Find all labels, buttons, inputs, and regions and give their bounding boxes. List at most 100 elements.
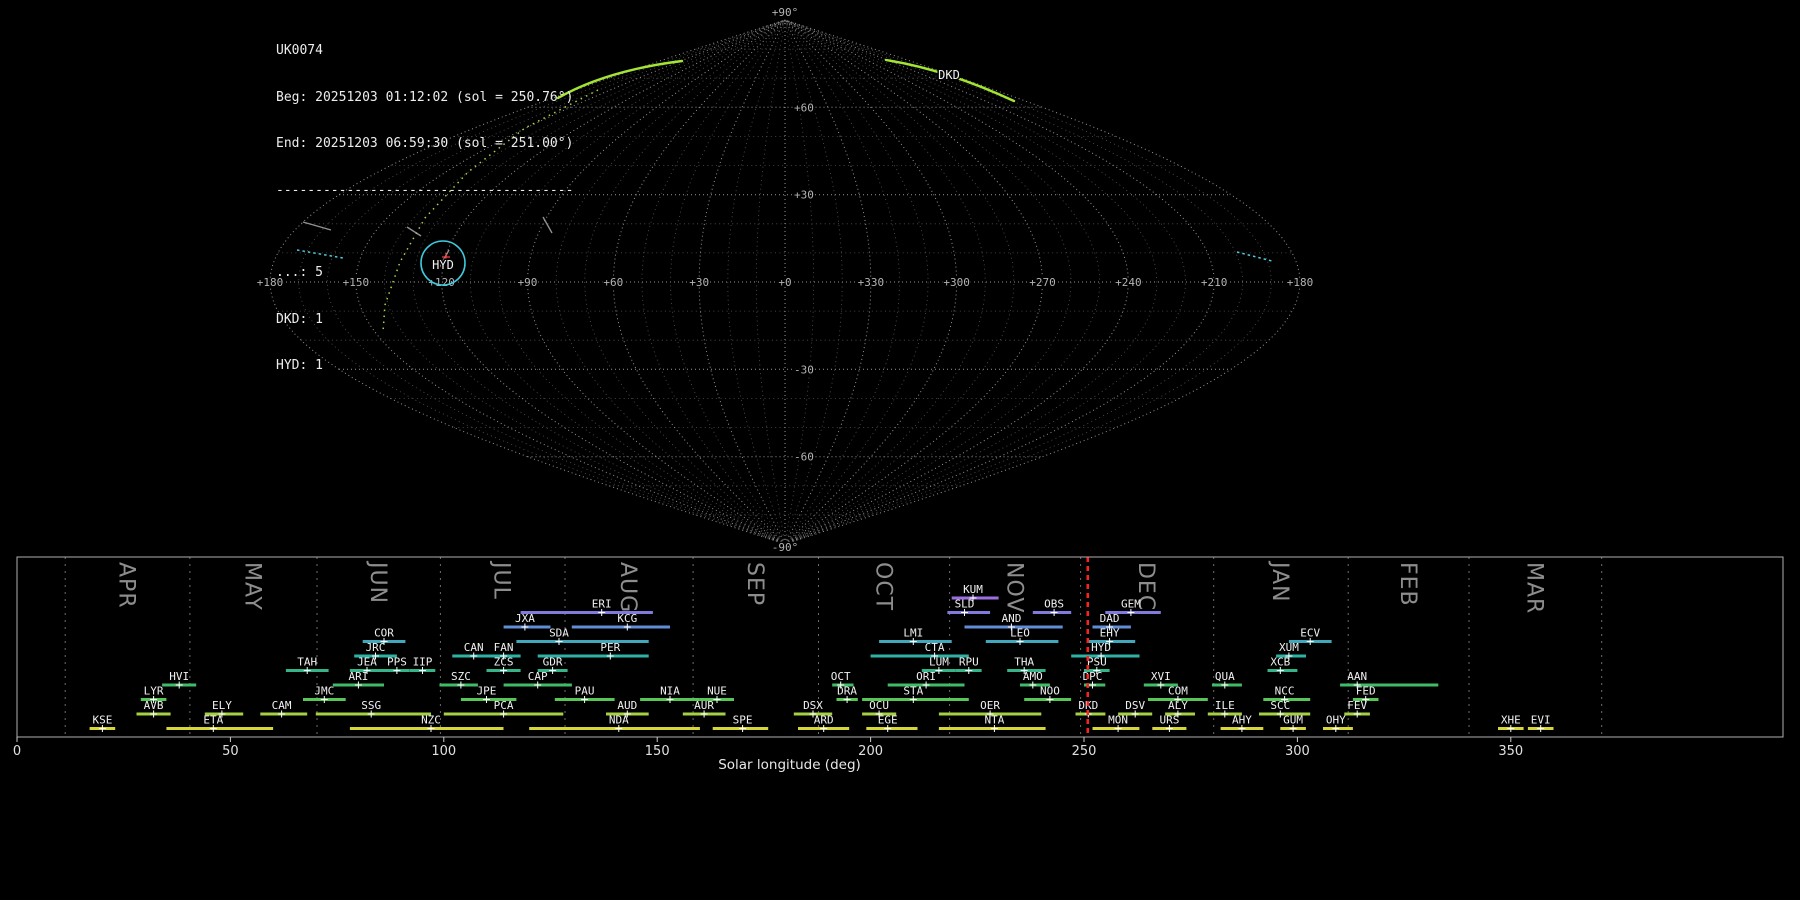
x-tick-label: 300: [1285, 744, 1310, 759]
shower-jmc: JMC: [303, 685, 346, 703]
shower-kse: KSE: [89, 714, 116, 732]
month-label-nov: NOV: [1001, 562, 1026, 613]
shower-ssg: SSG: [315, 699, 431, 718]
shower-code-label: FAN: [494, 641, 514, 654]
shower-code-label: IIP: [413, 656, 433, 669]
pole-label-south: -90°: [772, 541, 799, 554]
shower-qua: QUA: [1212, 670, 1242, 689]
x-axis: 0 50 100 150 200 250 300 350 Solar longitude (de…: [13, 737, 1523, 773]
shower-code-label: DPC: [1083, 670, 1103, 683]
shower-dkd: DKD: [1075, 699, 1106, 718]
shower-aur: AUR: [682, 699, 726, 718]
shower-code-label: CTA: [925, 641, 945, 654]
shower-code-label: SZC: [451, 670, 471, 683]
shower-code-label: JEA: [357, 656, 377, 669]
shower-code-label: ERI: [592, 598, 612, 611]
shower-pca: PCA: [443, 699, 564, 718]
activity-bar: [166, 727, 274, 730]
shower-code-label: GDR: [543, 656, 563, 669]
shower-code-label: NZC: [421, 714, 441, 727]
month-label-apr: APR: [114, 562, 139, 609]
shower-rpu: RPU: [956, 656, 982, 674]
shower-code-label: PAU: [575, 685, 595, 698]
shower-code-label: XCB: [1270, 656, 1290, 669]
shower-obs: OBS: [1032, 598, 1072, 616]
month-label-jul: JUL: [489, 560, 514, 600]
x-tick-label: 350: [1498, 744, 1523, 759]
shower-code-label: HYD: [1091, 641, 1111, 654]
x-tick-label: 100: [431, 744, 456, 759]
shower-tah: TAH: [285, 656, 329, 674]
shower-code-label: JPE: [477, 685, 497, 698]
shower-code-label: AUD: [617, 699, 637, 712]
shower-code-label: NIA: [660, 685, 680, 698]
activity-bar: [529, 727, 700, 730]
shower-code-label: JRC: [366, 641, 386, 654]
lat-label: +30: [794, 189, 814, 202]
shower-activity-timeline: APR MAY JUN JUL AUG SEP OCT NOV DEC JAN FEB MARKUME…: [13, 556, 1784, 773]
x-tick-label: 50: [222, 744, 239, 759]
shower-fev: FEV: [1344, 699, 1370, 718]
shower-code-label: KUM: [963, 583, 983, 596]
activity-bar: [516, 640, 649, 643]
lon-label: +270: [1029, 276, 1056, 289]
month-label-feb: FEB: [1395, 562, 1420, 607]
shower-code-label: XUM: [1279, 641, 1299, 654]
shower-code-label: PSU: [1087, 656, 1107, 669]
shower-noo: NOO: [1024, 685, 1072, 703]
shower-ari: ARI: [332, 670, 384, 689]
shower-code-label: THA: [1014, 656, 1034, 669]
shower-eta: ETA: [166, 714, 274, 732]
shower-code-label: ETA: [203, 714, 223, 727]
shower-code-label: RPU: [959, 656, 979, 669]
lon-label: +30: [689, 276, 709, 289]
shower-nia: NIA: [640, 685, 700, 703]
shower-code-label: OBS: [1044, 598, 1064, 611]
lon-label: +0: [778, 276, 791, 289]
shower-code-label: LEO: [1010, 627, 1030, 640]
shower-code-label: ILE: [1215, 699, 1235, 712]
shower-dpc: DPC: [1083, 670, 1106, 689]
shower-code-label: MON: [1108, 714, 1128, 727]
shower-code-label: ZCS: [494, 656, 514, 669]
shower-code-label: ORI: [916, 670, 936, 683]
shower-code-label: ARD: [814, 714, 834, 727]
shower-code-label: ALY: [1168, 699, 1188, 712]
shower-code-label: SCC: [1270, 699, 1290, 712]
shower-code-label: ARI: [348, 670, 368, 683]
separator-line: --------------------------------------: [276, 182, 574, 198]
shower-sld: SLD: [947, 598, 991, 616]
begin-time-line: Beg: 20251203 01:12:02 (sol = 250.76°): [276, 89, 574, 105]
meteor-counts: ...: 5 DKD: 1 HYD: 1: [276, 234, 573, 405]
shower-nda: NDA: [529, 714, 700, 732]
shower-cam: CAM: [260, 699, 308, 718]
shower-code-label: ELY: [212, 699, 232, 712]
shower-ohy: OHY: [1323, 714, 1353, 732]
shower-sda: SDA: [516, 627, 649, 645]
shower-code-label: PCA: [494, 699, 514, 712]
activity-bar: [870, 654, 969, 658]
shower-gum: GUM: [1280, 714, 1306, 732]
shower-code-label: SSG: [361, 699, 381, 712]
count-unclassified: ...: 5: [276, 265, 323, 280]
shower-code-label: AHY: [1232, 714, 1252, 727]
observation-info-block: UK0074 Beg: 20251203 01:12:02 (sol = 250…: [276, 12, 573, 420]
shower-ori: ORI: [887, 670, 965, 689]
shower-evi: EVI: [1527, 714, 1554, 732]
shower-code-label: SDA: [549, 627, 569, 640]
shower-dra: DRA: [836, 685, 858, 703]
x-tick-label: 0: [13, 744, 21, 759]
shower-code-label: QUA: [1215, 670, 1235, 683]
count-hyd: HYD: 1: [276, 358, 323, 373]
shower-pau: PAU: [554, 685, 615, 703]
x-tick-label: 250: [1072, 744, 1097, 759]
shower-code-label: KSE: [92, 714, 112, 727]
shower-leo: LEO: [985, 627, 1059, 645]
shower-code-label: OCT: [831, 670, 851, 683]
count-dkd: DKD: 1: [276, 311, 323, 327]
shower-code-label: AMO: [1023, 670, 1043, 683]
shower-code-label: KCG: [617, 612, 637, 625]
shower-code-label: EVI: [1531, 714, 1551, 727]
shower-code-label: SPE: [733, 714, 753, 727]
shower-kcg: KCG: [571, 612, 670, 631]
